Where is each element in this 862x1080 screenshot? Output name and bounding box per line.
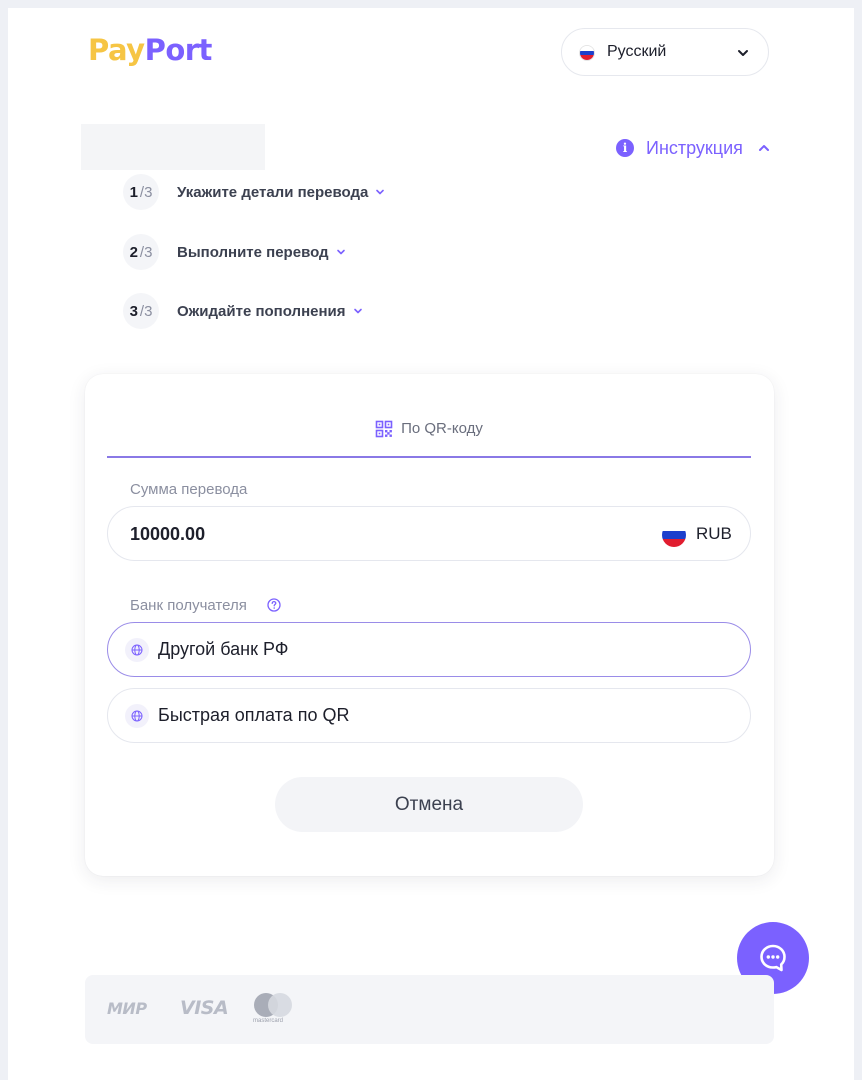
bank-label: Банк получателя (130, 597, 247, 614)
step-number: 1 (129, 183, 138, 201)
step-number: 3 (129, 302, 138, 320)
globe-icon (125, 704, 149, 728)
language-label: Русский (607, 43, 667, 60)
logo-part-port: Port (144, 33, 213, 67)
step-total: /3 (139, 243, 153, 261)
mastercard-label: mastercard (253, 1018, 284, 1024)
bank-option-label: Другой банк РФ (158, 639, 289, 659)
amount-field[interactable]: 10000.00 RUB (107, 506, 751, 561)
chevron-down-icon (376, 189, 385, 195)
russia-flag-icon (580, 46, 594, 60)
cancel-button[interactable]: Отмена (275, 777, 583, 832)
tab-label: По QR-коду (401, 420, 483, 437)
info-icon: i (616, 139, 634, 157)
payment-systems-footer: МИР VISA mastercard (85, 975, 774, 1044)
step-number: 2 (129, 243, 138, 261)
bank-option-other-bank[interactable]: Другой банк РФ (107, 622, 751, 677)
logo-part-pay: Pay (88, 33, 145, 67)
step-total: /3 (139, 302, 153, 320)
visa-logo: VISA (180, 997, 229, 1019)
mir-logo: МИР (107, 999, 147, 1018)
tab-qr-code[interactable]: По QR-коду (107, 412, 751, 458)
step-label: Выполните перевод (177, 243, 329, 261)
payport-logo: PayPort (88, 33, 212, 67)
step-label: Укажите детали перевода (177, 183, 369, 201)
amount-value: 10000.00 (130, 524, 206, 544)
step-number-badge: 3/3 (123, 293, 159, 329)
amount-label: Сумма перевода (130, 481, 248, 498)
instructions-label: Инструкция (646, 137, 743, 158)
payment-card: По QR-коду Сумма перевода 10000.00 RUB Б… (85, 374, 774, 876)
chat-bubble-icon (760, 944, 786, 972)
step-3[interactable]: 3/3 Ожидайте пополнения (123, 293, 363, 329)
globe-icon (125, 638, 149, 662)
qr-code-icon (375, 420, 393, 438)
instructions-toggle[interactable]: i Инструкция (616, 137, 771, 159)
currency-label: RUB (696, 524, 732, 543)
payment-page: PayPort Русский i Инструкция 1/3 Укажите… (8, 8, 854, 1080)
help-icon[interactable] (267, 598, 281, 612)
chevron-down-icon (353, 308, 362, 314)
step-number-badge: 2/3 (123, 234, 159, 270)
placeholder-block (81, 124, 265, 170)
russia-flag-icon (662, 523, 686, 547)
step-total: /3 (139, 183, 153, 201)
bank-option-label: Быстрая оплата по QR (158, 705, 350, 725)
bank-option-fast-qr[interactable]: Быстрая оплата по QR (107, 688, 751, 743)
mastercard-logo-icon (254, 993, 292, 1017)
step-label: Ожидайте пополнения (177, 302, 346, 320)
language-selector[interactable]: Русский (561, 28, 769, 76)
step-number-badge: 1/3 (123, 174, 159, 210)
chevron-down-icon (738, 50, 748, 56)
chevron-down-icon (336, 249, 345, 255)
chevron-up-icon (758, 145, 769, 151)
step-1[interactable]: 1/3 Укажите детали перевода (123, 174, 385, 210)
step-2[interactable]: 2/3 Выполните перевод (123, 234, 346, 270)
